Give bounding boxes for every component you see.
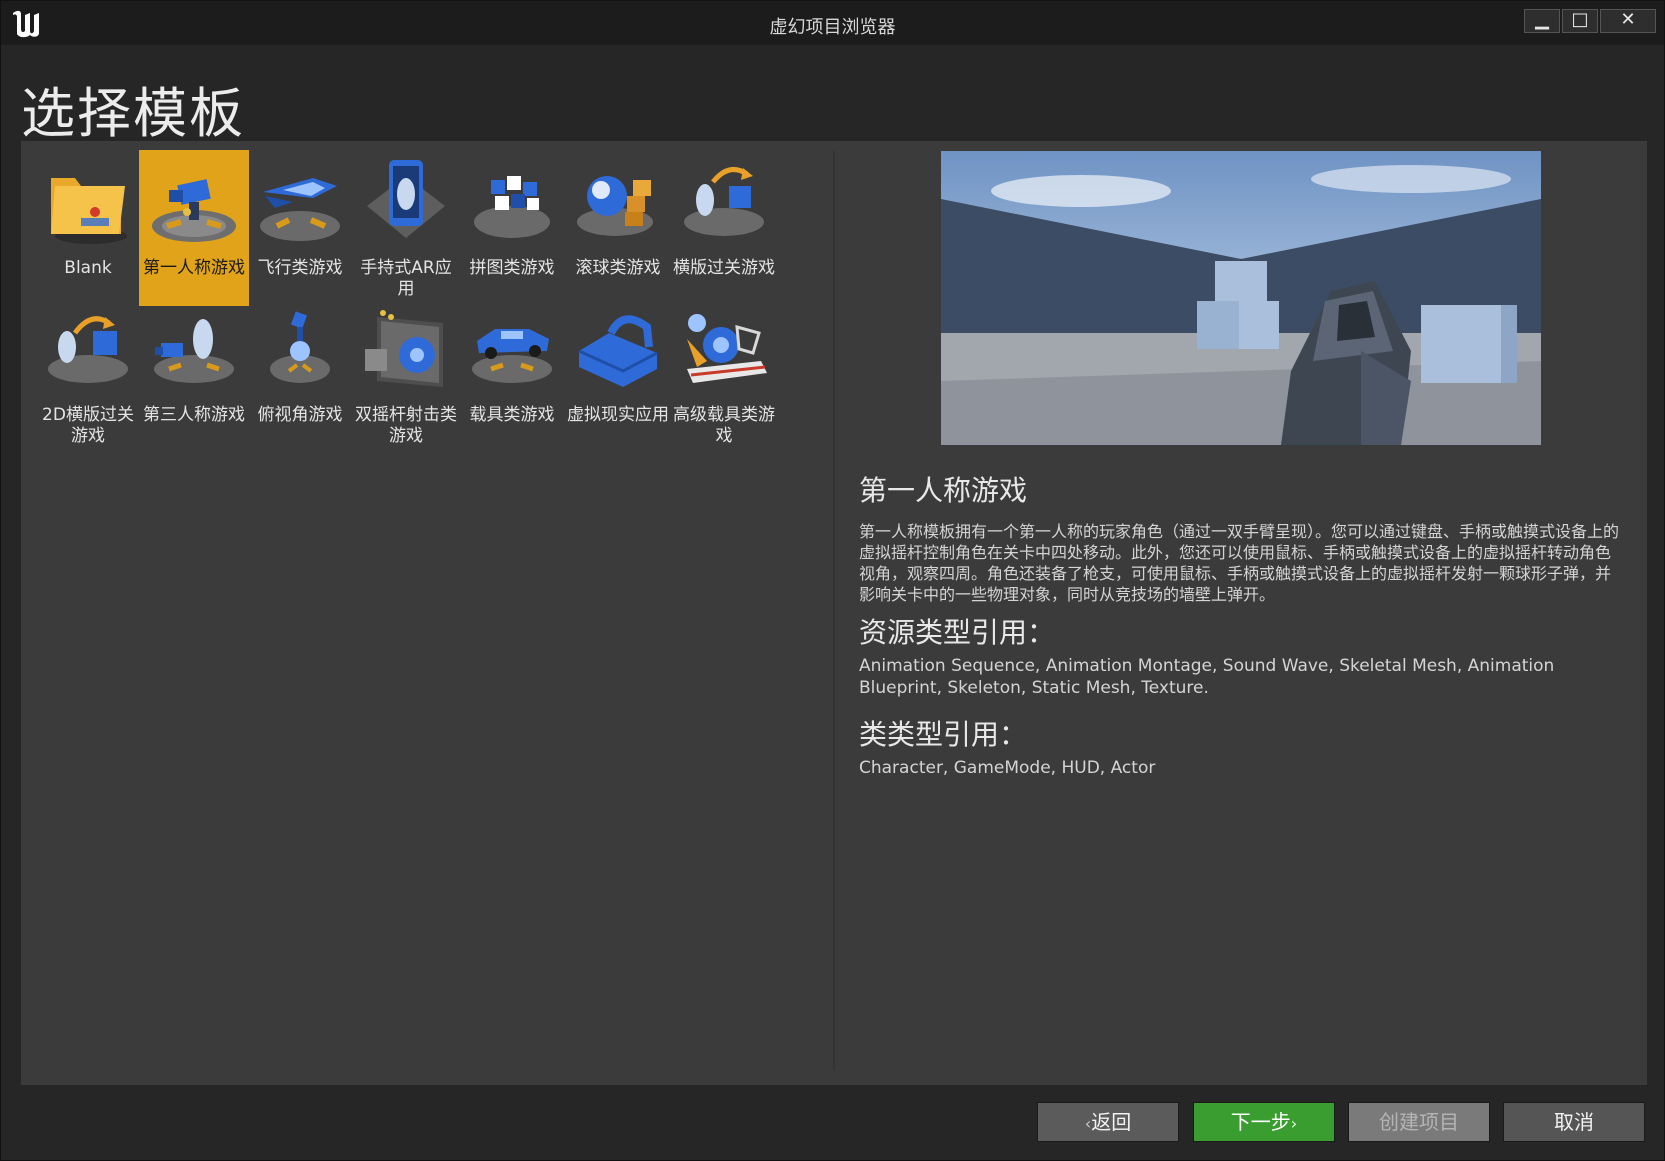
asset-types-heading: 资源类型引用： (859, 616, 1056, 649)
chevron-right-icon: › (1290, 1114, 1298, 1133)
template-tile-advanced-vehicle[interactable]: 高级载具类游戏 (669, 297, 779, 453)
create-project-button-label: 创建项目 (1379, 1110, 1459, 1134)
template-tile-top-down[interactable]: 俯视角游戏 (245, 297, 355, 453)
template-tile-flying[interactable]: 飞行类游戏 (245, 150, 355, 306)
template-label: 滚球类游戏 (575, 258, 661, 278)
create-project-button[interactable]: 创建项目 (1348, 1102, 1490, 1142)
folder-icon (51, 178, 127, 244)
class-types-list: Character, GameMode, HUD, Actor (859, 758, 1156, 778)
template-label: 横版过关游戏 (673, 258, 775, 278)
minimize-button[interactable]: ▁ (1524, 9, 1560, 33)
close-icon: ✕ (1620, 9, 1636, 30)
template-tile-first-person[interactable]: 第一人称游戏 (139, 150, 249, 306)
next-button[interactable]: 下一步› (1193, 1102, 1335, 1142)
template-label: 第一人称游戏 (143, 258, 245, 278)
first-person-camera-icon (152, 179, 236, 242)
template-label: 高级载具类游戏 (673, 405, 775, 446)
maximize-button[interactable]: □ (1562, 9, 1598, 33)
template-description: 第一人称模板拥有一个第一人称的玩家角色（通过一双手臂呈现）。您可以通过键盘、手柄… (859, 522, 1620, 604)
template-label: 双摇杆射击类游戏 (355, 405, 457, 446)
template-tile-side-scroller[interactable]: 横版过关游戏 (669, 150, 779, 306)
side-scroller-icon (684, 167, 764, 236)
cancel-button-label: 取消 (1554, 1110, 1594, 1134)
rolling-ball-icon (577, 176, 653, 236)
template-label: 2D横版过关游戏 (42, 405, 134, 446)
template-label: 飞行类游戏 (257, 258, 343, 278)
advanced-vehicle-icon (687, 314, 767, 383)
back-button-label: 返回 (1091, 1110, 1132, 1134)
twin-stick-ship-icon (365, 310, 443, 387)
cancel-button[interactable]: 取消 (1503, 1102, 1645, 1142)
template-details-title: 第一人称游戏 (859, 474, 1028, 507)
phone-ar-icon (367, 160, 445, 238)
template-label: 手持式AR应用 (360, 258, 452, 299)
template-tile-twin-stick[interactable]: 双摇杆射击类游戏 (351, 297, 461, 453)
window-title: 虚幻项目浏览器 (769, 17, 896, 38)
car-icon (472, 329, 552, 383)
template-label: 拼图类游戏 (469, 258, 555, 278)
third-person-camera-icon (154, 319, 234, 383)
class-types-heading: 类类型引用： (859, 718, 1028, 751)
next-button-label: 下一步 (1230, 1110, 1291, 1134)
close-button[interactable]: ✕ (1600, 9, 1656, 33)
template-tile-2d-side-scroller[interactable]: 2D横版过关游戏 (33, 297, 143, 453)
spaceship-icon (260, 178, 340, 241)
panel-divider (833, 151, 835, 1071)
template-tile-puzzle[interactable]: 拼图类游戏 (457, 150, 567, 306)
back-button[interactable]: ‹返回 (1037, 1102, 1179, 1142)
top-down-icon (270, 311, 330, 383)
template-label: 载具类游戏 (469, 405, 555, 425)
template-label: 虚拟现实应用 (567, 405, 669, 425)
minimize-icon: ▁ (1535, 9, 1549, 30)
template-tile-rolling[interactable]: 滚球类游戏 (563, 150, 673, 306)
template-label: 第三人称游戏 (143, 405, 245, 425)
template-tile-handheld-ar[interactable]: 手持式AR应用 (351, 150, 461, 306)
puzzle-blocks-icon (474, 176, 550, 238)
side-scroller-2d-icon (48, 316, 128, 383)
template-tile-vehicle[interactable]: 载具类游戏 (457, 297, 567, 453)
vr-headset-icon (578, 315, 658, 387)
template-tile-third-person[interactable]: 第三人称游戏 (139, 297, 249, 453)
template-details: 第一人称游戏 第一人称模板拥有一个第一人称的玩家角色（通过一双手臂呈现）。您可以… (859, 469, 1619, 793)
template-tile-blank[interactable]: Blank (33, 150, 143, 306)
template-label: Blank (64, 258, 112, 278)
template-tile-vr[interactable]: 虚拟现实应用 (563, 297, 673, 453)
template-label: 俯视角游戏 (257, 405, 343, 425)
asset-types-list: Animation Sequence, Animation Montage, S… (859, 656, 1555, 698)
maximize-icon: □ (1571, 9, 1589, 30)
page-title: 选择模板 (21, 82, 245, 145)
project-browser-window: 虚幻项目浏览器 ▁ □ ✕ 选择模板 Blank 第一人称游戏 飞行类游戏 手持… (0, 0, 1665, 1161)
title-bar[interactable]: 虚幻项目浏览器 ▁ □ ✕ (1, 1, 1664, 45)
template-preview-image (941, 151, 1541, 445)
